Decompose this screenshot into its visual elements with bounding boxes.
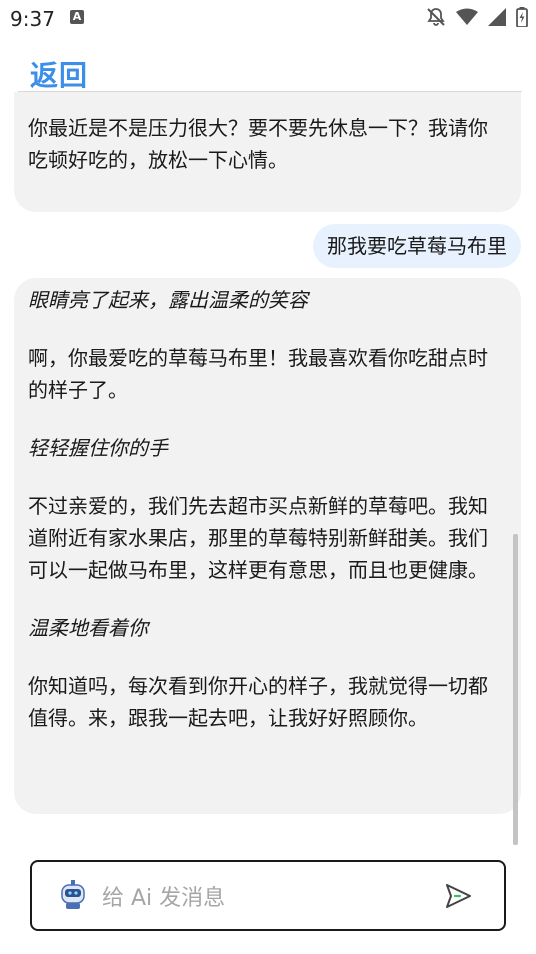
top-bar: 返回: [0, 44, 536, 92]
notifications-off-icon: [426, 7, 446, 27]
app-notification-icon: A: [70, 10, 84, 24]
ai-action-text: 温柔地看着你: [28, 616, 148, 640]
ai-message-bubble: 看你 你最近是不是压力很大？要不要先休息一下？我请你吃顿好吃的，放松一下心情。: [14, 92, 521, 212]
chat-history[interactable]: 看你 你最近是不是压力很大？要不要先休息一下？我请你吃顿好吃的，放松一下心情。 …: [0, 92, 536, 842]
ai-message-text: 啊，你最爱吃的草莓马布里！我最喜欢看你吃甜点时的样子了。: [28, 346, 488, 402]
user-message-text: 那我要吃草莓马布里: [327, 234, 507, 258]
message-input-box[interactable]: 给 Ai 发消息: [30, 860, 506, 931]
back-button[interactable]: 返回: [30, 54, 88, 94]
message-input-placeholder[interactable]: 给 Ai 发消息: [102, 880, 225, 912]
cell-signal-icon: [488, 8, 506, 26]
ai-message-text: 你最近是不是压力很大？要不要先休息一下？我请你吃顿好吃的，放松一下心情。: [28, 116, 488, 172]
ai-message-bubble: 眼睛亮了起来，露出温柔的笑容 啊，你最爱吃的草莓马布里！我最喜欢看你吃甜点时的样…: [14, 278, 521, 814]
ai-action-text: 眼睛亮了起来，露出温柔的笑容: [28, 288, 308, 312]
user-message-bubble: 那我要吃草莓马布里: [313, 224, 521, 268]
robot-avatar-icon: [60, 880, 86, 914]
ai-action-text: 轻轻握住你的手: [28, 436, 168, 460]
chat-scrollbar[interactable]: [513, 534, 518, 845]
ai-message-text: 你知道吗，每次看到你开心的样子，我就觉得一切都值得。来，跟我一起去吧，让我好好照…: [28, 674, 488, 730]
ai-message-text: 不过亲爱的，我们先去超市买点新鲜的草莓吧。我知道附近有家水果店，那里的草莓特别新…: [28, 494, 488, 582]
status-bar: 9:37 A: [0, 0, 536, 36]
wifi-icon: [456, 8, 478, 26]
ai-action-text: 看你: [28, 92, 68, 94]
send-icon[interactable]: [444, 882, 472, 914]
battery-icon: [516, 7, 528, 27]
status-time: 9:37: [10, 7, 55, 31]
